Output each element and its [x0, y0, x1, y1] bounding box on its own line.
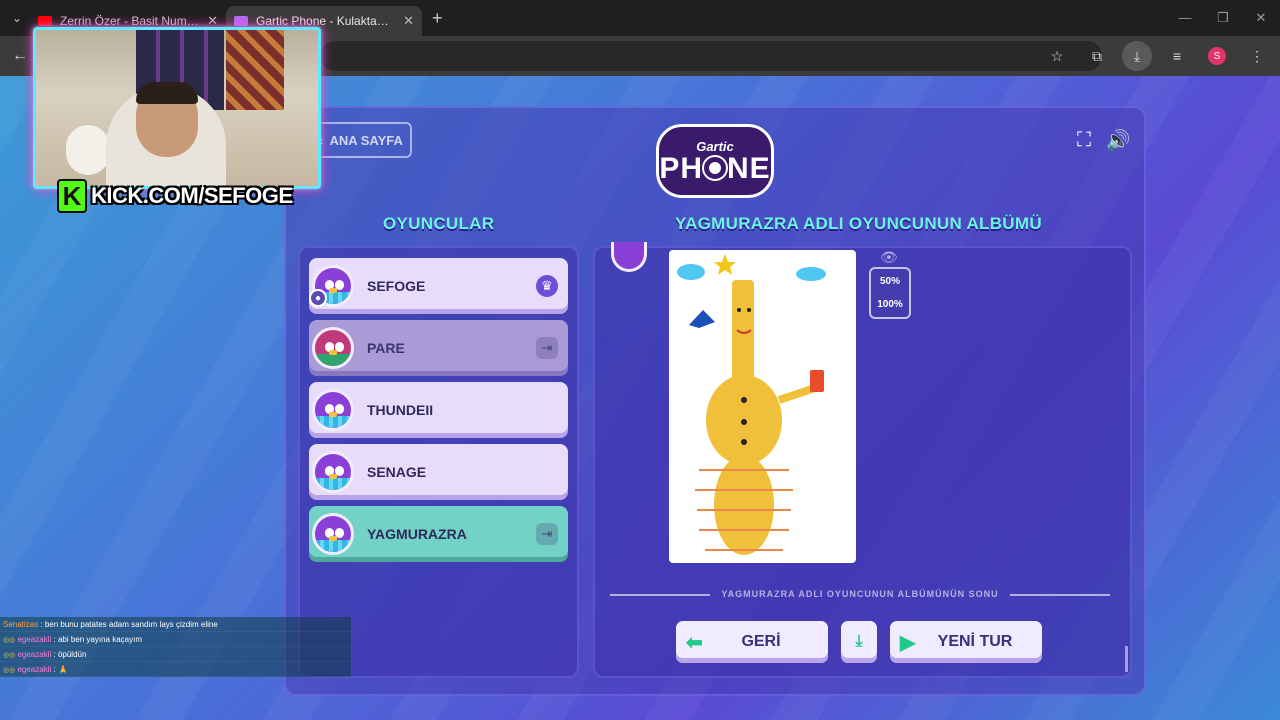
- host-user-icon: ●: [309, 289, 327, 307]
- kick-badge: K KICK.COM/SEFOGE: [57, 178, 293, 214]
- teddy-bear: [66, 125, 110, 175]
- tab-title: Gartic Phone - Kulaktan Kulağa: [256, 14, 395, 28]
- album-end-label: YAGMURAZRA ADLI OYUNCUNUN ALBÜMÜNÜN SONU: [721, 589, 999, 599]
- window-controls: — ❐ ✕: [1166, 0, 1280, 36]
- toolbar-icons: ☆ ⧉ ⤓ ≡ S ⋮: [1042, 41, 1272, 71]
- player-card[interactable]: SEFOGE ♛: [309, 258, 568, 314]
- close-tab-icon[interactable]: ✕: [403, 13, 414, 29]
- top-icons: ⛶ 🔊: [1072, 128, 1130, 152]
- player-card[interactable]: THUNDEII: [309, 382, 568, 438]
- star-shape: [714, 254, 736, 275]
- minimize-icon[interactable]: —: [1166, 0, 1204, 36]
- chat-badges: ◎◎: [3, 667, 16, 674]
- player-name: YAGMURAZRA: [367, 526, 467, 542]
- profile-button[interactable]: S: [1202, 41, 1232, 71]
- play-icon: ▶: [900, 631, 916, 654]
- new-round-label: YENİ TUR: [937, 633, 1013, 650]
- kick-logo-icon: K: [57, 179, 87, 213]
- streamer-hair: [136, 82, 198, 104]
- close-window-icon[interactable]: ✕: [1242, 0, 1280, 36]
- exit-icon: ⇥: [536, 523, 558, 545]
- back-button[interactable]: ⬅ GERİ: [676, 621, 828, 663]
- chat-message: Senatizas : ben bunu patates adam sandım…: [0, 617, 351, 632]
- logo-main-right: NE: [727, 151, 771, 185]
- zoom-selector[interactable]: 50% 100%: [869, 267, 911, 319]
- new-round-button[interactable]: ▶ YENİ TUR: [890, 621, 1042, 663]
- chips-bag-shape: [810, 370, 824, 392]
- crown-icon: ♛: [536, 275, 558, 297]
- chat-username: egeazakli: [17, 665, 52, 674]
- player-name: SENAGE: [367, 464, 427, 480]
- home-button-label: ANA SAYFA: [329, 132, 403, 148]
- player-card[interactable]: YAGMURAZRA ⇥: [309, 506, 568, 562]
- players-heading: OYUNCULAR: [383, 214, 495, 233]
- chat-username: egeazakli: [17, 650, 52, 659]
- wall-rug: [226, 30, 284, 110]
- gartic-phone-logo: Gartic PH NE: [656, 124, 774, 198]
- phone-icon: [234, 16, 248, 26]
- address-bar[interactable]: [320, 41, 1102, 71]
- eye-icon: 👁: [880, 249, 898, 265]
- player-avatar: [312, 389, 354, 431]
- downloads-icon[interactable]: ⤓: [1122, 41, 1152, 71]
- chat-badges: ◎◎: [3, 637, 16, 644]
- bird-shape: [689, 310, 715, 328]
- restore-icon[interactable]: ❐: [1204, 0, 1242, 36]
- chat-text: : 🙏: [53, 665, 68, 674]
- download-icon: ⤓: [855, 633, 863, 650]
- scrollbar[interactable]: [1125, 646, 1128, 672]
- kick-url: KICK.COM/SEFOGE: [91, 183, 293, 208]
- player-card[interactable]: PARE ⇥: [309, 320, 568, 376]
- arrow-left-icon: ⬅: [686, 631, 703, 654]
- album-drawing: [669, 250, 856, 563]
- zoom-option-50[interactable]: 50%: [871, 276, 909, 287]
- extensions-icon[interactable]: ⧉: [1082, 41, 1112, 71]
- chat-badges: ◎◎: [3, 652, 16, 659]
- player-card[interactable]: SENAGE: [309, 444, 568, 500]
- fullscreen-icon[interactable]: ⛶: [1072, 128, 1096, 152]
- album-heading: YAGMURAZRA ADLI OYUNCUNUN ALBÜMÜ: [675, 214, 1042, 233]
- back-button-label: GERİ: [741, 633, 781, 650]
- new-tab-button[interactable]: +: [432, 8, 443, 29]
- player-name: THUNDEII: [367, 402, 434, 418]
- divider-right: [1010, 594, 1110, 596]
- profile-avatar: S: [1208, 47, 1226, 65]
- logo-main-text: PH NE: [659, 151, 771, 185]
- download-album-button[interactable]: ⤓: [841, 621, 877, 663]
- volume-icon[interactable]: 🔊: [1106, 128, 1131, 152]
- media-control-icon[interactable]: ≡: [1162, 41, 1192, 71]
- player-avatar: [312, 513, 354, 555]
- cloud-shape: [677, 264, 705, 280]
- tab-search-chevron-icon[interactable]: ⌄: [4, 5, 30, 31]
- chat-message: ◎◎ egeazakli : 🙏: [0, 662, 351, 677]
- chat-message: ◎◎ egeazakli : öpüldün: [0, 647, 351, 662]
- back-arrow-icon[interactable]: ←: [12, 47, 28, 65]
- zoom-option-100[interactable]: 100%: [871, 299, 909, 310]
- home-button[interactable]: ‹ ANA SAYFA: [310, 122, 412, 158]
- tab-title: Zerrin Özer - Basit Numaralar (: [60, 14, 199, 28]
- chat-text: : abi ben yayına kaçayım: [53, 635, 143, 644]
- chat-username: egeazakli: [17, 635, 52, 644]
- drawing-canvas: [677, 254, 826, 555]
- rotary-dial-icon: [704, 156, 726, 179]
- chat-username: Senatizas: [3, 620, 39, 629]
- youtube-icon: [38, 16, 52, 26]
- webcam-overlay: [33, 27, 321, 189]
- menu-dots-icon[interactable]: ⋮: [1242, 41, 1272, 71]
- player-avatar: [312, 451, 354, 493]
- cloud-shape: [796, 267, 826, 281]
- player-name: PARE: [367, 340, 405, 356]
- chat-text: : ben bunu patates adam sandım lays çizd…: [40, 620, 218, 629]
- chat-message: ◎◎ egeazakli : abi ben yayına kaçayım: [0, 632, 351, 647]
- player-avatar: [312, 327, 354, 369]
- chat-overlay: Senatizas : ben bunu patates adam sandım…: [0, 617, 351, 677]
- divider-left: [610, 594, 710, 596]
- logo-main-left: PH: [659, 151, 703, 185]
- chat-text: : öpüldün: [53, 650, 87, 659]
- bookmark-star-icon[interactable]: ☆: [1042, 41, 1072, 71]
- player-name: SEFOGE: [367, 278, 426, 294]
- exit-icon: ⇥: [536, 337, 558, 359]
